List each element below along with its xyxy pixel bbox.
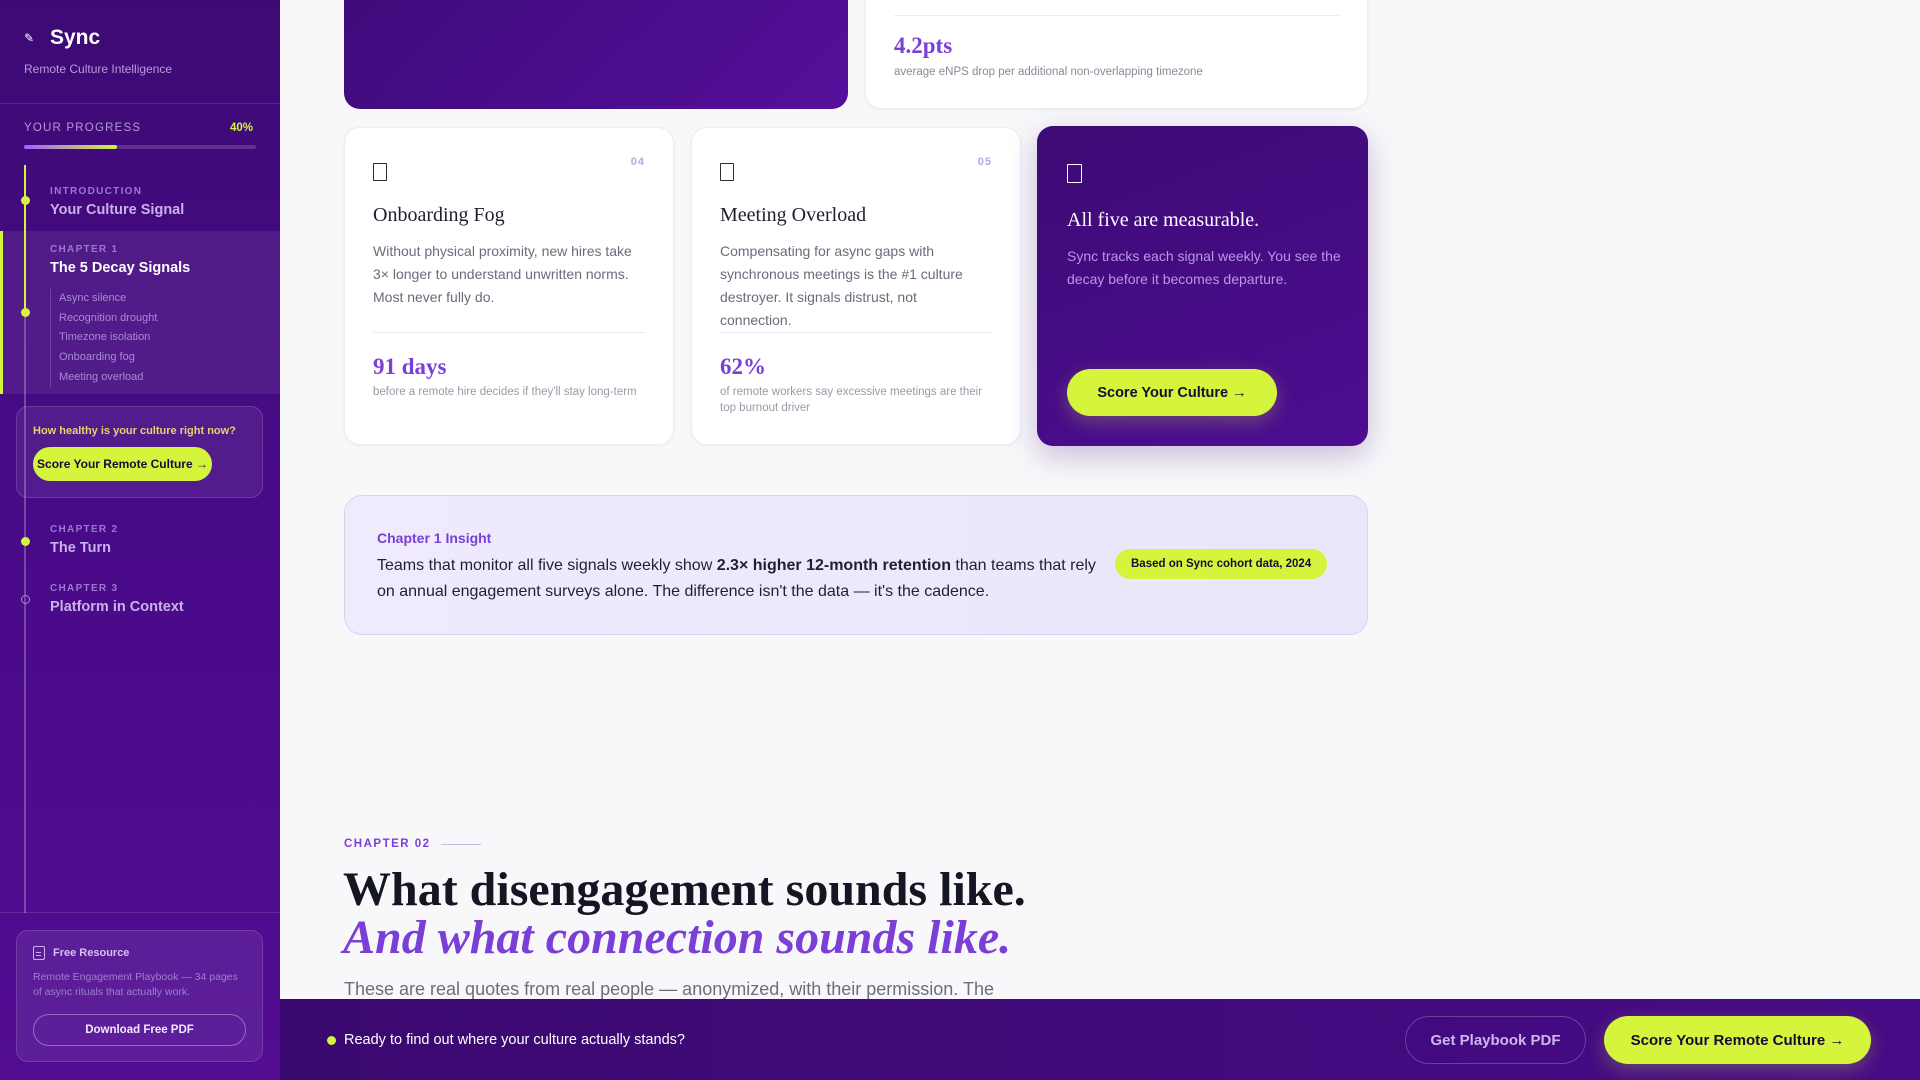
chapter2-lede: These are real quotes from real people —…	[344, 979, 994, 999]
card-number: 05	[977, 156, 992, 168]
card-body: Compensating for async gaps with synchro…	[720, 243, 963, 328]
toc-dot-chapter1	[21, 308, 30, 317]
card-title: All five are measurable.	[1067, 209, 1260, 231]
card-number: 04	[630, 156, 645, 168]
toc-chapter1-eyebrow: CHAPTER 1	[50, 244, 119, 255]
signal-card-timezone-partial: 4.2pts average eNPS drop per additional …	[865, 0, 1368, 109]
toc-item-introduction[interactable]: Your Culture Signal	[50, 202, 184, 218]
document-icon	[373, 163, 387, 181]
card-stat-description: before a remote hire decides if they'll …	[373, 386, 637, 398]
insight-label: Chapter 1 Insight	[377, 530, 492, 546]
sidebar-cta-card: How healthy is your culture right now? S…	[16, 406, 263, 498]
card-stat: 62%	[720, 354, 766, 379]
pen-nib-icon: ✎	[24, 31, 35, 45]
card-title: Meeting Overload	[720, 204, 867, 226]
chapter2-eyebrow-label: CHAPTER 02	[344, 838, 431, 850]
card-stat: 4.2pts	[894, 33, 953, 58]
resource-title: Free Resource	[53, 947, 130, 959]
divider	[0, 912, 280, 913]
insight-text-part: Teams that monitor all five signals week…	[377, 557, 717, 574]
divider	[0, 103, 280, 104]
sidebar-cta-question: How healthy is your culture right now?	[33, 425, 236, 437]
toc-active-indicator	[0, 231, 3, 394]
toc-subitem-timezone-isolation[interactable]: Timezone isolation	[59, 328, 157, 348]
brand-tagline: Remote Culture Intelligence	[24, 62, 173, 76]
chapter2-heading: What disengagement sounds like.	[343, 863, 1026, 916]
download-pdf-button[interactable]: Download Free PDF	[33, 1014, 246, 1046]
card-stat: 91 days	[373, 354, 447, 379]
divider	[373, 332, 645, 333]
measurable-cta-card: All five are measurable. Sync tracks eac…	[1037, 126, 1368, 446]
signal-card-meeting-overload: 05 Meeting Overload Compensating for asy…	[691, 127, 1021, 445]
free-resource-card: Free Resource Remote Engagement Playbook…	[16, 930, 263, 1062]
toc-item-chapter1[interactable]: The 5 Decay Signals	[50, 260, 190, 276]
toc-dot-chapter2	[21, 537, 30, 546]
toc-intro-eyebrow: INTRODUCTION	[50, 186, 143, 197]
resource-description: Remote Engagement Playbook — 34 pages of…	[33, 971, 238, 998]
insight-highlight: 2.3× higher 12-month retention	[716, 557, 951, 574]
progress-bar-fill	[24, 145, 117, 149]
get-playbook-button[interactable]: Get Playbook PDF	[1405, 1016, 1586, 1064]
toc-dot-chapter3	[21, 595, 30, 604]
toc-chapter1-subitems: Async silence Recognition drought Timezo…	[50, 289, 157, 388]
toc-item-chapter3[interactable]: Platform in Context	[50, 599, 184, 615]
source-badge: Based on Sync cohort data, 2024	[1115, 549, 1328, 579]
progress-bar	[24, 145, 256, 149]
toc-timeline-progress	[24, 165, 26, 315]
divider	[894, 15, 1339, 16]
chapter-insight-callout: Chapter 1 Insight Teams that monitor all…	[344, 495, 1368, 635]
card-body: Without physical proximity, new hires ta…	[373, 243, 632, 305]
toc-subitem-meeting-overload[interactable]: Meeting overload	[59, 368, 157, 388]
signal-card-onboarding-fog: 04 Onboarding Fog Without physical proxi…	[344, 127, 674, 445]
chapter2-eyebrow: CHAPTER 02	[344, 838, 481, 850]
cta-bar-text: Ready to find out where your culture act…	[344, 1032, 685, 1048]
toc-dot-intro	[21, 196, 30, 205]
toc-item-chapter2[interactable]: The Turn	[50, 540, 111, 556]
document-icon	[1067, 164, 1082, 183]
card-stat-description: average eNPS drop per additional non-ove…	[894, 66, 1203, 78]
card-title: Onboarding Fog	[373, 204, 505, 226]
sidebar: ✎ Sync Remote Culture Intelligence YOUR …	[0, 0, 280, 1080]
eyebrow-rule	[440, 843, 481, 845]
card-stat-description: of remote workers say excessive meetings…	[720, 386, 983, 414]
progress-value: 40%	[230, 122, 254, 134]
card-body: Sync tracks each signal weekly. You see …	[1067, 248, 1341, 287]
progress-label: YOUR PROGRESS	[24, 122, 142, 134]
divider	[720, 332, 992, 333]
document-icon	[33, 946, 45, 960]
insight-text: Teams that monitor all five signals week…	[377, 553, 1097, 605]
status-dot	[327, 1036, 336, 1045]
signal-card-dark-partial	[344, 0, 848, 109]
sidebar-score-culture-button[interactable]: Score Your Remote Culture →	[33, 447, 212, 481]
toc-subitem-async-silence[interactable]: Async silence	[59, 289, 157, 309]
toc-subitem-recognition-drought[interactable]: Recognition drought	[59, 309, 157, 329]
brand[interactable]: ✎ Sync	[24, 26, 100, 50]
toc-chapter2-eyebrow: CHAPTER 2	[50, 524, 119, 535]
brand-name: Sync	[50, 26, 101, 49]
chapter2-subheading: And what connection sounds like.	[343, 911, 1012, 964]
resource-header: Free Resource	[33, 946, 129, 960]
sticky-cta-bar: Ready to find out where your culture act…	[280, 999, 1920, 1080]
score-remote-culture-button[interactable]: Score Your Remote Culture →	[1604, 1016, 1871, 1064]
document-icon	[720, 163, 734, 181]
toc-subitem-onboarding-fog[interactable]: Onboarding fog	[59, 348, 157, 368]
toc-chapter3-eyebrow: CHAPTER 3	[50, 583, 119, 594]
score-culture-button[interactable]: Score Your Culture →	[1067, 369, 1277, 416]
